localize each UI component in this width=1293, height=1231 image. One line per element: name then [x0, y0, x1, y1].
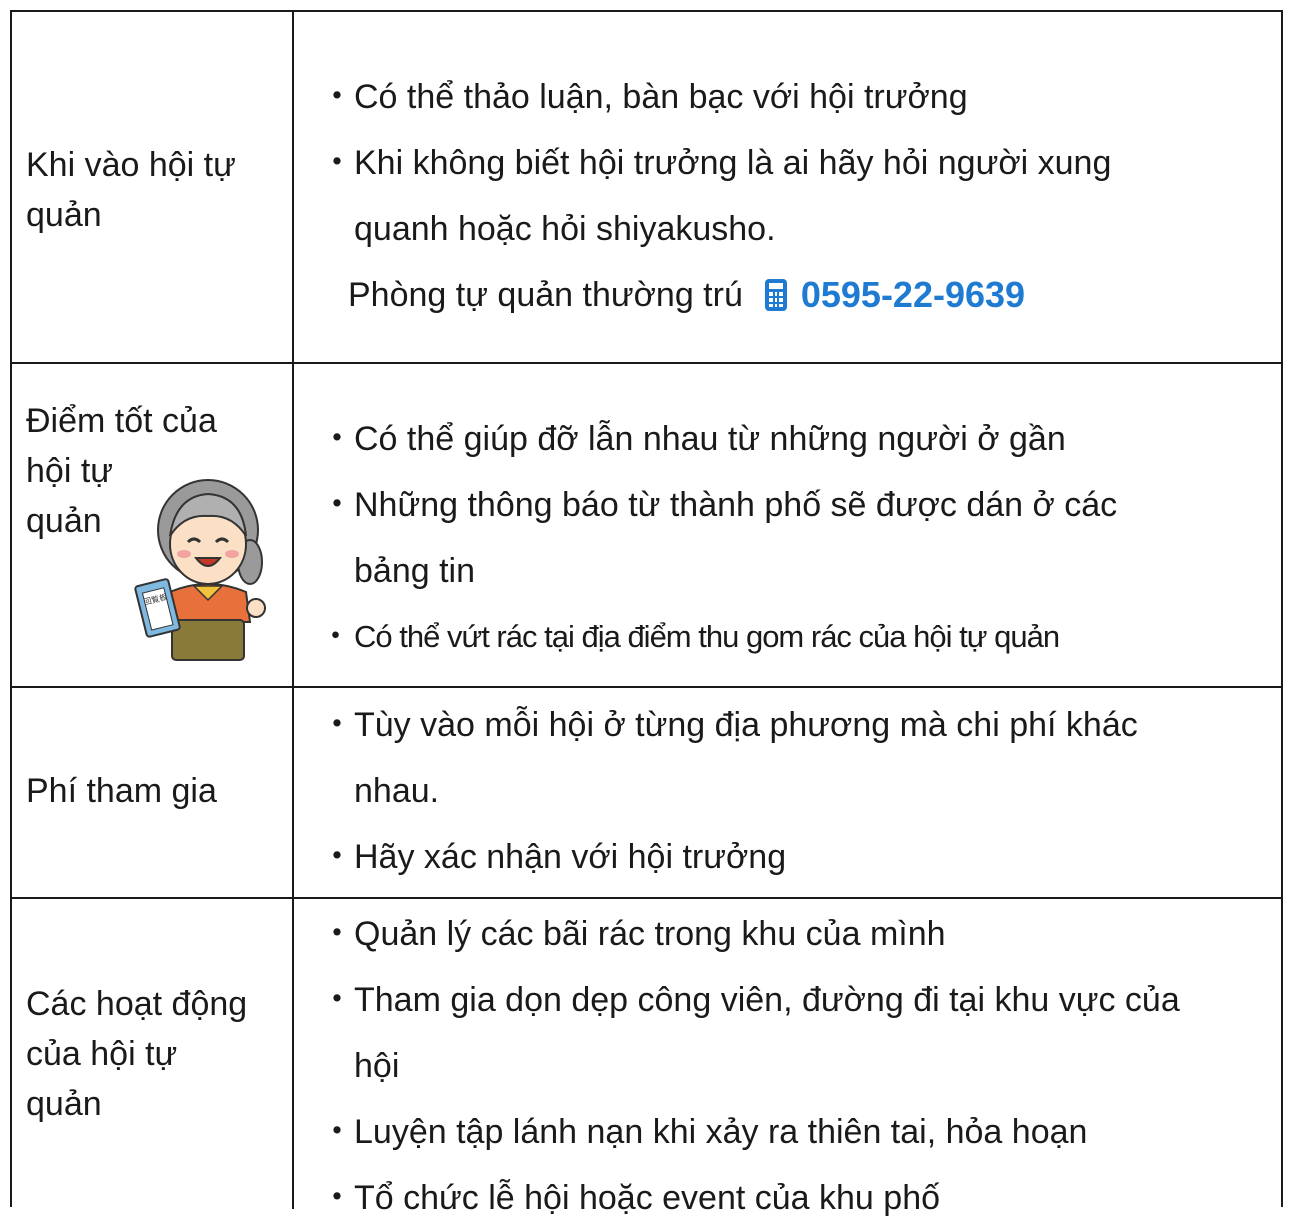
item-text: Tham gia dọn dẹp công viên, đường đi tại…	[354, 981, 1180, 1019]
list-item: ・ Tổ chức lễ hội hoặc event của khu phố	[316, 1165, 1261, 1231]
row-label-line: Điểm tốt của	[26, 402, 217, 440]
row-content-fee: ・ Tùy vào mỗi hội ở từng địa phương mà c…	[316, 692, 1261, 890]
row-label-line: của hội tự	[26, 1035, 178, 1073]
bullet: ・	[320, 486, 354, 524]
item-text: Những thông báo từ thành phố sẽ được dán…	[354, 486, 1118, 524]
row-label-line: Các hoạt động	[26, 985, 248, 1023]
item-text-continued: quanh hoặc hỏi shiyakusho.	[354, 210, 776, 248]
bullet: ・	[320, 1179, 354, 1217]
bullet: ・	[320, 838, 354, 876]
bullet: ・	[320, 915, 354, 953]
list-item: ・ Có thể thảo luận, bàn bạc với hội trưở…	[316, 64, 1261, 130]
item-text: Hãy xác nhận với hội trưởng	[354, 838, 787, 876]
row-label-line: Khi vào hội tự	[26, 146, 236, 184]
bullet: ・	[320, 619, 351, 654]
item-text: Có thể giúp đỡ lẫn nhau từ những người ở…	[354, 420, 1066, 458]
row-content-joining: ・ Có thể thảo luận, bàn bạc với hội trưở…	[316, 64, 1261, 328]
row-label-line: quản	[26, 196, 102, 234]
bullet: ・	[320, 706, 354, 744]
item-text: Có thể vứt rác tại địa điểm thu gom rác …	[354, 619, 1060, 654]
bullet: ・	[320, 144, 354, 182]
item-text: Luyện tập lánh nạn khi xảy ra thiên tai,…	[354, 1113, 1088, 1151]
list-item: ・ Hãy xác nhận với hội trưởng	[316, 824, 1261, 890]
phone-label: Phòng tự quản thường trú	[348, 276, 743, 314]
list-item: ・ Luyện tập lánh nạn khi xảy ra thiên ta…	[316, 1099, 1261, 1165]
list-item: ・ Tùy vào mỗi hội ở từng địa phương mà c…	[316, 692, 1261, 824]
list-item: ・ Có thể giúp đỡ lẫn nhau từ những người…	[316, 406, 1261, 472]
item-text: Tùy vào mỗi hội ở từng địa phương mà chi…	[354, 706, 1138, 744]
phone-icon	[764, 279, 787, 311]
item-text: Quản lý các bãi rác trong khu của mình	[354, 915, 946, 953]
item-text-continued: hội	[354, 1047, 400, 1085]
row-label-joining: Khi vào hội tự quản	[26, 140, 286, 240]
item-text: Tổ chức lễ hội hoặc event của khu phố	[354, 1179, 941, 1217]
item-text: Khi không biết hội trưởng là ai hãy hỏi …	[354, 144, 1112, 182]
grandma-illustration: 回覧板	[134, 479, 266, 661]
list-item: ・ Quản lý các bãi rác trong khu của mình	[316, 901, 1261, 967]
bullet: ・	[320, 420, 354, 458]
item-text: Có thể thảo luận, bàn bạc với hội trưởng	[354, 78, 968, 116]
row-content-benefits: ・ Có thể giúp đỡ lẫn nhau từ những người…	[316, 406, 1261, 670]
phone-contact: Phòng tự quản thường trú 0595-22-9639	[316, 262, 1261, 328]
list-item: ・ Khi không biết hội trưởng là ai hãy hỏ…	[316, 130, 1261, 262]
info-table: Khi vào hội tự quản ・ Có thể thảo luận, …	[10, 10, 1283, 1217]
table-row-fee: Phí tham gia ・ Tùy vào mỗi hội ở từng đị…	[12, 688, 1281, 899]
row-label-activities: Các hoạt động của hội tự quản	[26, 979, 286, 1129]
row-label-line: Phí tham gia	[26, 772, 217, 810]
list-item: ・ Có thể vứt rác tại địa điểm thu gom rá…	[316, 604, 1261, 670]
item-text-continued: nhau.	[354, 772, 440, 810]
phone-number[interactable]: 0595-22-9639	[801, 262, 1025, 328]
row-label-fee: Phí tham gia	[26, 766, 286, 816]
row-label-line: quản	[26, 1085, 102, 1123]
bullet: ・	[320, 78, 354, 116]
bullet: ・	[320, 981, 354, 1019]
bullet: ・	[320, 1113, 354, 1151]
list-item: ・ Những thông báo từ thành phố sẽ được d…	[316, 472, 1261, 604]
item-text-continued: bảng tin	[354, 552, 475, 590]
list-item: ・ Tham gia dọn dẹp công viên, đường đi t…	[316, 967, 1261, 1099]
table-row-activities: Các hoạt động của hội tự quản ・ Quản lý …	[12, 899, 1281, 1217]
row-content-activities: ・ Quản lý các bãi rác trong khu của mình…	[316, 901, 1261, 1231]
table-row-benefits: Điểm tốt của hội tự quản 回覧板 ・ Có thể gi…	[12, 364, 1281, 688]
table-row-joining: Khi vào hội tự quản ・ Có thể thảo luận, …	[12, 12, 1281, 364]
